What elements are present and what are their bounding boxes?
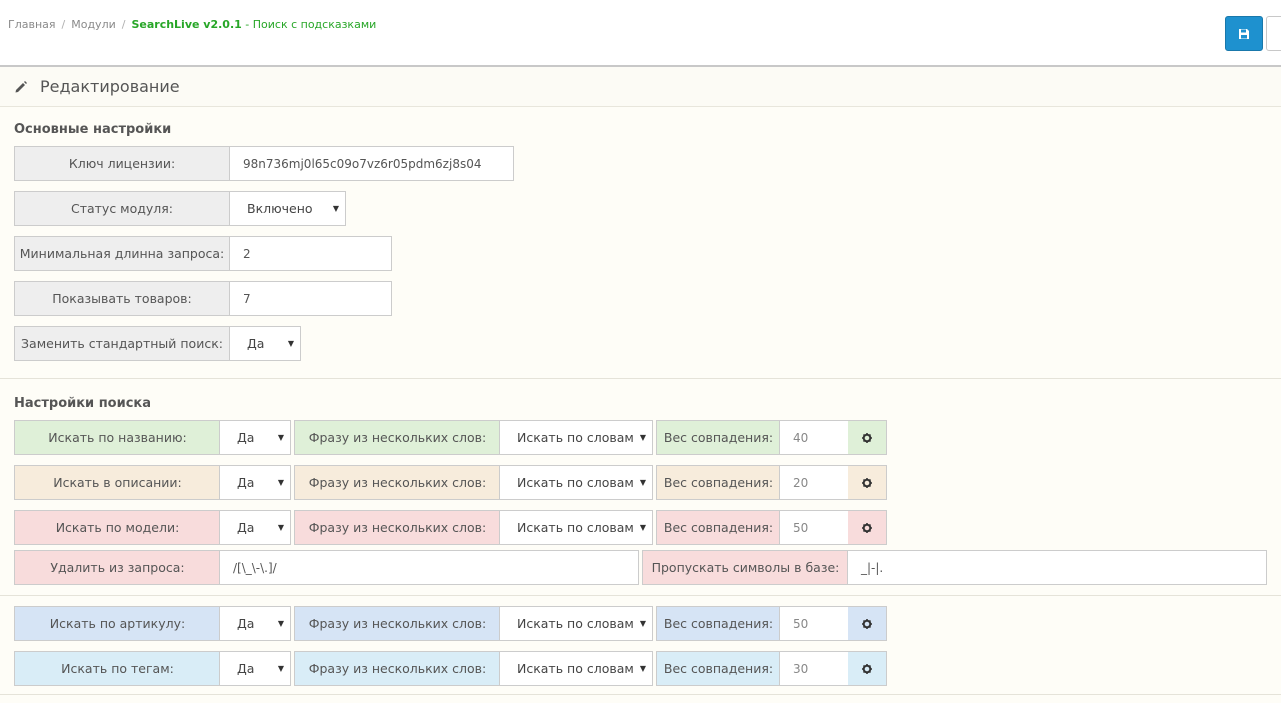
phrase-label-description: Фразу из нескольких слов: bbox=[294, 465, 500, 500]
show-products-input[interactable]: 7 bbox=[229, 281, 392, 316]
weight-label-description: Вес совпадения: bbox=[656, 465, 780, 500]
weight-label-name: Вес совпадения: bbox=[656, 420, 780, 455]
phrase-value-tags: Искать по словам bbox=[517, 661, 634, 676]
dropdown-arrow-icon: ▼ bbox=[277, 619, 284, 628]
settings-button-article[interactable] bbox=[848, 606, 887, 641]
phrase-select-model[interactable]: Искать по словам ▼ bbox=[499, 510, 653, 545]
remove-from-query-input[interactable]: /[\_\-\.]/ bbox=[219, 550, 639, 585]
search-in-description-label: Искать в описании: bbox=[14, 465, 220, 500]
weight-label-model: Вес совпадения: bbox=[656, 510, 780, 545]
dropdown-arrow-icon: ▼ bbox=[277, 664, 284, 673]
show-products-label: Показывать товаров: bbox=[14, 281, 229, 316]
module-status-label: Статус модуля: bbox=[14, 191, 229, 226]
search-by-name-value: Да bbox=[237, 430, 255, 445]
settings-button-description[interactable] bbox=[848, 465, 887, 500]
dropdown-arrow-icon: ▼ bbox=[277, 523, 284, 532]
panel-heading: Редактирование bbox=[0, 67, 1281, 107]
weight-input-article[interactable]: 50 bbox=[779, 606, 849, 641]
dropdown-arrow-icon: ▼ bbox=[639, 433, 646, 442]
weight-input-model[interactable]: 50 bbox=[779, 510, 849, 545]
phrase-value-article: Искать по словам bbox=[517, 616, 634, 631]
pencil-icon bbox=[15, 81, 27, 93]
search-settings-title: Настройки поиска bbox=[14, 396, 152, 411]
breadcrumb-module-sub[interactable]: - Поиск с подсказками bbox=[242, 18, 376, 31]
dropdown-arrow-icon: ▼ bbox=[639, 478, 646, 487]
phrase-select-description[interactable]: Искать по словам ▼ bbox=[499, 465, 653, 500]
breadcrumb: Главная / Модули / SearchLive v2.0.1 - Поиск… bbox=[8, 18, 377, 31]
license-key-input[interactable]: 98n736mj0l65c09o7vz6r05pdm6zj8s04 bbox=[229, 146, 514, 181]
phrase-select-tags[interactable]: Искать по словам ▼ bbox=[499, 651, 653, 686]
breadcrumb-modules[interactable]: Модули bbox=[71, 18, 116, 31]
gear-icon bbox=[862, 432, 872, 443]
skip-symbols-label: Пропускать символы в базе: bbox=[642, 550, 848, 585]
phrase-select-article[interactable]: Искать по словам ▼ bbox=[499, 606, 653, 641]
phrase-label-model: Фразу из нескольких слов: bbox=[294, 510, 500, 545]
min-query-length-input[interactable]: 2 bbox=[229, 236, 392, 271]
search-by-tags-select[interactable]: Да ▼ bbox=[219, 651, 291, 686]
settings-button-tags[interactable] bbox=[848, 651, 887, 686]
search-by-tags-label: Искать по тегам: bbox=[14, 651, 220, 686]
phrase-label-name: Фразу из нескольких слов: bbox=[294, 420, 500, 455]
dropdown-arrow-icon: ▼ bbox=[277, 433, 284, 442]
breadcrumb-home[interactable]: Главная bbox=[8, 18, 56, 31]
divider bbox=[0, 595, 1281, 596]
min-query-length-label: Минимальная длинна запроса: bbox=[14, 236, 229, 271]
phrase-select-name[interactable]: Искать по словам ▼ bbox=[499, 420, 653, 455]
phrase-value-model: Искать по словам bbox=[517, 520, 634, 535]
weight-input-description[interactable]: 20 bbox=[779, 465, 849, 500]
phrase-value-name: Искать по словам bbox=[517, 430, 634, 445]
gear-icon bbox=[862, 477, 872, 488]
edit-panel: Редактирование Основные настройки Ключ л… bbox=[0, 67, 1281, 703]
settings-button-name[interactable] bbox=[848, 420, 887, 455]
skip-symbols-input[interactable]: _|-|. bbox=[847, 550, 1267, 585]
weight-input-tags[interactable]: 30 bbox=[779, 651, 849, 686]
settings-button-model[interactable] bbox=[848, 510, 887, 545]
search-by-article-select[interactable]: Да ▼ bbox=[219, 606, 291, 641]
main-settings-title: Основные настройки bbox=[14, 122, 172, 137]
module-status-select[interactable]: Включено ▼ bbox=[229, 191, 346, 226]
dropdown-arrow-icon: ▼ bbox=[277, 478, 284, 487]
back-button[interactable] bbox=[1266, 16, 1281, 51]
gear-icon bbox=[862, 618, 872, 629]
remove-from-query-label: Удалить из запроса: bbox=[14, 550, 220, 585]
search-by-model-value: Да bbox=[237, 520, 255, 535]
dropdown-arrow-icon: ▼ bbox=[639, 619, 646, 628]
search-by-name-select[interactable]: Да ▼ bbox=[219, 420, 291, 455]
search-by-name-label: Искать по названию: bbox=[14, 420, 220, 455]
dropdown-arrow-icon: ▼ bbox=[287, 339, 294, 348]
gear-icon bbox=[862, 522, 872, 533]
license-key-label: Ключ лицензии: bbox=[14, 146, 229, 181]
search-by-tags-value: Да bbox=[237, 661, 255, 676]
dropdown-arrow-icon: ▼ bbox=[332, 204, 339, 213]
gear-icon bbox=[862, 663, 872, 674]
save-icon bbox=[1239, 29, 1249, 39]
phrase-label-article: Фразу из нескольких слов: bbox=[294, 606, 500, 641]
replace-search-select[interactable]: Да ▼ bbox=[229, 326, 301, 361]
dropdown-arrow-icon: ▼ bbox=[639, 523, 646, 532]
search-by-model-select[interactable]: Да ▼ bbox=[219, 510, 291, 545]
phrase-label-tags: Фразу из нескольких слов: bbox=[294, 651, 500, 686]
page-header: Главная / Модули / SearchLive v2.0.1 - Поиск… bbox=[0, 0, 1281, 67]
weight-label-article: Вес совпадения: bbox=[656, 606, 780, 641]
breadcrumb-module[interactable]: SearchLive v2.0.1 bbox=[131, 18, 241, 31]
module-status-value: Включено bbox=[247, 201, 313, 216]
replace-search-value: Да bbox=[247, 336, 265, 351]
divider bbox=[0, 378, 1281, 379]
weight-label-tags: Вес совпадения: bbox=[656, 651, 780, 686]
search-by-model-label: Искать по модели: bbox=[14, 510, 220, 545]
search-by-article-label: Искать по артикулу: bbox=[14, 606, 220, 641]
divider bbox=[0, 694, 1281, 695]
search-by-article-value: Да bbox=[237, 616, 255, 631]
dropdown-arrow-icon: ▼ bbox=[639, 664, 646, 673]
panel-title: Редактирование bbox=[40, 77, 180, 96]
weight-input-name[interactable]: 40 bbox=[779, 420, 849, 455]
phrase-value-description: Искать по словам bbox=[517, 475, 634, 490]
save-button[interactable] bbox=[1225, 16, 1263, 51]
search-in-description-value: Да bbox=[237, 475, 255, 490]
replace-search-label: Заменить стандартный поиск: bbox=[14, 326, 229, 361]
search-in-description-select[interactable]: Да ▼ bbox=[219, 465, 291, 500]
